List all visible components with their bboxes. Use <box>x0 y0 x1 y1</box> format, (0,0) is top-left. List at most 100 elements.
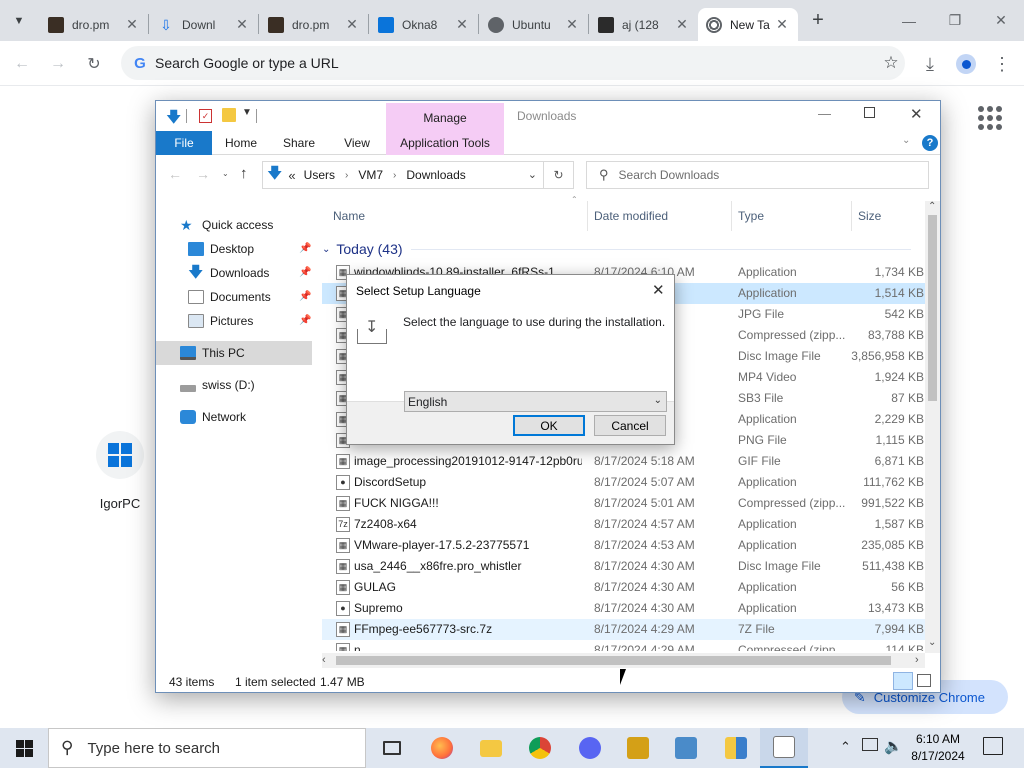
discord-icon[interactable] <box>566 728 614 768</box>
downloads-icon[interactable]: ⤓ <box>916 50 944 78</box>
reload-icon[interactable]: ↻ <box>80 50 108 78</box>
speaker-muted-icon[interactable]: 🔈 <box>884 737 903 755</box>
column-name[interactable]: Name <box>333 209 365 223</box>
nav-quick-access[interactable]: ★ Quick access <box>180 214 273 236</box>
dialog-close-button[interactable]: ✕ <box>652 281 665 299</box>
nav-swiss-drive[interactable]: swiss (D:) <box>180 374 255 396</box>
browser-tab[interactable]: Ubuntu ✕ <box>480 8 588 41</box>
profile-avatar[interactable] <box>952 50 980 78</box>
browser-tab[interactable]: Okna8 ✕ <box>370 8 478 41</box>
file-row[interactable]: ▦ FUCK NIGGA!!! 8/17/2024 5:01 AM Compresse… <box>322 493 925 514</box>
language-select[interactable]: English ⌄ <box>404 391 667 412</box>
column-type[interactable]: Type <box>738 209 764 223</box>
cancel-button[interactable]: Cancel <box>594 415 666 436</box>
file-row[interactable]: ▦ usa_2446__x86fre.pro_whistler 8/17/2024 … <box>322 556 925 577</box>
large-icons-view-icon[interactable] <box>917 674 931 687</box>
breadcrumb-users[interactable]: Users <box>304 168 335 182</box>
address-dropdown-icon[interactable]: ⌄ <box>528 168 537 181</box>
tab-file[interactable]: File <box>156 131 212 155</box>
browser-tab[interactable]: dro.pm ✕ <box>40 8 148 41</box>
omnibox-input[interactable] <box>155 55 877 71</box>
tab-share[interactable]: Share <box>276 131 322 155</box>
file-explorer-icon[interactable] <box>467 728 515 768</box>
back-arrow-icon[interactable]: ← <box>168 166 182 182</box>
scroll-left-icon[interactable]: ‹ <box>322 654 326 666</box>
breadcrumb-downloads[interactable]: Downloads <box>406 168 465 182</box>
file-row[interactable]: ▦ VMware-player-17.5.2-23775571 8/17/2024 … <box>322 535 925 556</box>
file-row[interactable]: ● Supremo 8/17/2024 4:30 AM Application 13,4… <box>322 598 925 619</box>
taskbar-clock[interactable]: 6:10 AM 8/17/2024 <box>906 731 970 765</box>
restore-button[interactable]: ❐ <box>932 0 978 41</box>
column-size[interactable]: Size <box>858 209 881 223</box>
tab-application-tools[interactable]: Application Tools <box>386 131 504 155</box>
close-tab-icon[interactable]: ✕ <box>454 16 470 33</box>
close-tab-icon[interactable]: ✕ <box>674 16 690 33</box>
chrome-icon[interactable] <box>516 728 564 768</box>
puzzle-app-icon[interactable] <box>614 728 662 768</box>
browser-tab-active[interactable]: New Ta ✕ <box>698 8 798 41</box>
show-hidden-icons-icon[interactable]: ⌃ <box>840 739 851 755</box>
nav-documents[interactable]: Documents <box>188 286 271 308</box>
close-window-button[interactable]: ✕ <box>978 0 1024 41</box>
search-box[interactable]: ⚲ <box>586 161 929 189</box>
pin-icon[interactable]: 📌 <box>299 315 311 326</box>
taskbar-search-box[interactable]: ⚲ <box>48 728 366 768</box>
nav-pictures[interactable]: Pictures <box>188 310 253 332</box>
pin-icon[interactable]: 📌 <box>299 291 311 302</box>
breadcrumb-vm7[interactable]: VM7 <box>358 168 383 182</box>
nav-desktop[interactable]: Desktop <box>188 238 254 260</box>
address-bar[interactable]: 🡇 « Users › VM7 › Downloads ⌄ <box>262 161 544 189</box>
browser-tab[interactable]: ⇩ Downl ✕ <box>150 8 258 41</box>
firefox-icon[interactable] <box>418 728 466 768</box>
file-row[interactable]: ▦ GULAG 8/17/2024 4:30 AM Application 56 KB <box>322 577 925 598</box>
shortcut-label[interactable]: IgorPC <box>80 496 160 511</box>
download-arrow-icon[interactable]: 🡇 <box>166 107 181 132</box>
start-button[interactable] <box>0 728 48 768</box>
group-header[interactable]: ⌄ Today (43) <box>322 241 911 257</box>
help-icon[interactable]: ? <box>922 135 938 151</box>
scroll-down-icon[interactable]: ⌄ <box>928 637 936 648</box>
pin-icon[interactable]: 📌 <box>299 267 311 278</box>
nav-downloads[interactable]: 🡇 Downloads <box>188 262 269 284</box>
shortcut-tile[interactable] <box>96 431 144 479</box>
ok-button[interactable]: OK <box>513 415 585 436</box>
pin-icon[interactable]: 📌 <box>299 243 311 254</box>
apps-grid-icon[interactable] <box>978 106 1002 130</box>
omnibox[interactable]: G ☆ <box>121 46 905 80</box>
file-row[interactable]: 7z 7z2408-x64 8/17/2024 4:57 AM Application… <box>322 514 925 535</box>
column-date[interactable]: Date modified <box>594 209 668 223</box>
scrollbar-thumb[interactable] <box>336 656 891 665</box>
taskbar-search-input[interactable] <box>87 739 365 757</box>
scroll-right-icon[interactable]: › <box>915 654 919 666</box>
explorer-maximize-button[interactable] <box>864 107 875 118</box>
network-icon[interactable] <box>862 738 878 751</box>
refresh-icon[interactable]: ↻ <box>544 161 574 189</box>
tab-home[interactable]: Home <box>218 131 264 155</box>
close-tab-icon[interactable]: ✕ <box>124 16 140 33</box>
tab-view[interactable]: View <box>334 131 380 155</box>
media-app-icon[interactable] <box>662 728 710 768</box>
new-tab-button[interactable]: + <box>806 10 830 32</box>
notifications-icon[interactable] <box>983 737 1003 755</box>
close-tab-icon[interactable]: ✕ <box>344 16 360 33</box>
ribbon-expand-icon[interactable]: ⌄ <box>902 135 910 146</box>
recent-locations-icon[interactable]: ⌄ <box>222 169 229 178</box>
manage-context-tab[interactable]: Manage <box>386 103 504 131</box>
forward-icon[interactable]: → <box>44 50 72 78</box>
browser-tab[interactable]: dro.pm ✕ <box>260 8 368 41</box>
properties-icon[interactable]: ✓ <box>199 109 212 123</box>
explorer-minimize-button[interactable]: — <box>818 106 831 121</box>
tab-search-icon[interactable]: ▼ <box>8 10 30 32</box>
file-row[interactable]: ● DiscordSetup 8/17/2024 5:07 AM Applicatio… <box>322 472 925 493</box>
search-input[interactable] <box>618 168 928 182</box>
back-icon[interactable]: ← <box>8 50 36 78</box>
horizontal-scrollbar[interactable]: ‹ › <box>322 653 925 668</box>
up-arrow-icon[interactable]: ↑ <box>240 165 248 182</box>
scroll-up-icon[interactable]: ⌃ <box>928 201 936 212</box>
scrollbar-thumb[interactable] <box>928 215 937 401</box>
chevron-down-icon[interactable]: ⌄ <box>654 395 662 406</box>
explorer-close-button[interactable]: ✕ <box>910 105 923 123</box>
close-tab-icon[interactable]: ✕ <box>564 16 580 33</box>
task-view-icon[interactable] <box>368 728 416 768</box>
vertical-scrollbar[interactable]: ⌃ ⌄ <box>925 201 940 653</box>
